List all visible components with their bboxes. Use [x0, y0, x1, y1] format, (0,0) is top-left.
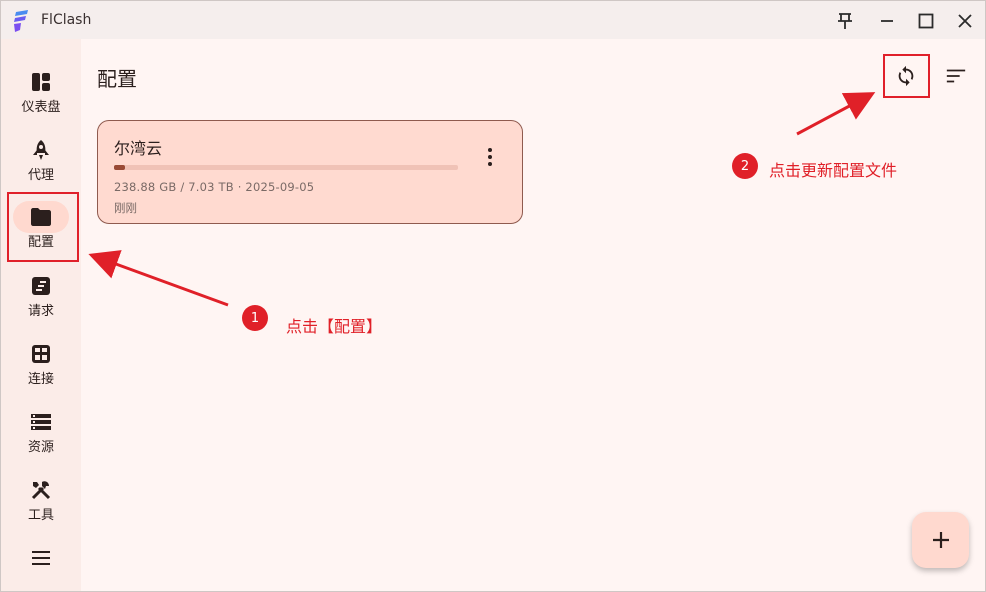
annotation-text-1: 点击【配置】 — [286, 317, 383, 336]
nav-item-proxy[interactable]: 代理 — [1, 134, 81, 198]
pin-icon — [838, 13, 852, 29]
nav-label-requests: 请求 — [27, 304, 54, 319]
nav-label-proxy: 代理 — [27, 168, 54, 183]
profile-updated-time: 刚刚 — [114, 201, 137, 215]
add-profile-button[interactable] — [912, 512, 969, 568]
nav-item-connections[interactable]: 连接 — [1, 338, 81, 402]
connections-icon — [25, 338, 57, 370]
sort-button[interactable] — [940, 60, 972, 92]
resources-icon — [25, 406, 57, 438]
title-bar: FlClash — [1, 1, 985, 39]
usage-progress-fill — [114, 165, 126, 170]
highlight-box-profiles — [7, 192, 79, 262]
nav-item-tools[interactable]: 工具 — [1, 474, 81, 523]
profile-card[interactable]: 尔湾云 238.88 GB / 7.03 TB · 2025-09-05 刚刚 — [97, 120, 523, 224]
profile-usage: 238.88 GB / 7.03 TB · 2025-09-05 — [114, 180, 315, 194]
close-button[interactable] — [951, 7, 979, 35]
dashboard-icon — [25, 66, 57, 98]
page-title: 配置 — [97, 67, 137, 91]
nav-label-resources: 资源 — [27, 440, 54, 455]
navigation-rail: 仪表盘 代理 配置 请求 连接 资源 工具 — [1, 39, 81, 591]
annotation-text-2: 点击更新配置文件 — [769, 161, 898, 180]
window-frame — [0, 0, 986, 592]
profile-name: 尔湾云 — [114, 139, 163, 158]
nav-label-dashboard: 仪表盘 — [21, 100, 61, 115]
minimize-button[interactable] — [873, 7, 901, 35]
usage-progress-track — [114, 165, 458, 170]
maximize-button[interactable] — [912, 7, 940, 35]
hamburger-menu-icon[interactable] — [29, 546, 53, 570]
request-icon — [25, 270, 57, 302]
rocket-icon — [25, 134, 57, 166]
more-vert-icon[interactable] — [478, 145, 502, 169]
tools-icon — [25, 474, 57, 506]
minimize-icon — [881, 20, 893, 22]
pin-button[interactable] — [831, 7, 859, 35]
nav-label-tools: 工具 — [27, 508, 54, 523]
app-logo — [14, 10, 28, 32]
maximize-icon — [918, 13, 934, 29]
nav-item-dashboard[interactable]: 仪表盘 — [1, 66, 81, 130]
add-icon — [932, 532, 949, 548]
close-icon — [958, 14, 972, 28]
annotation-badge-2: 2 — [732, 153, 758, 179]
annotation-badge-1: 1 — [242, 305, 268, 331]
highlight-box-update — [883, 54, 930, 98]
nav-label-connections: 连接 — [27, 372, 54, 387]
nav-item-resources[interactable]: 资源 — [1, 406, 81, 470]
sort-icon — [946, 69, 966, 83]
app-title: FlClash — [41, 12, 92, 28]
nav-item-requests[interactable]: 请求 — [1, 270, 81, 334]
